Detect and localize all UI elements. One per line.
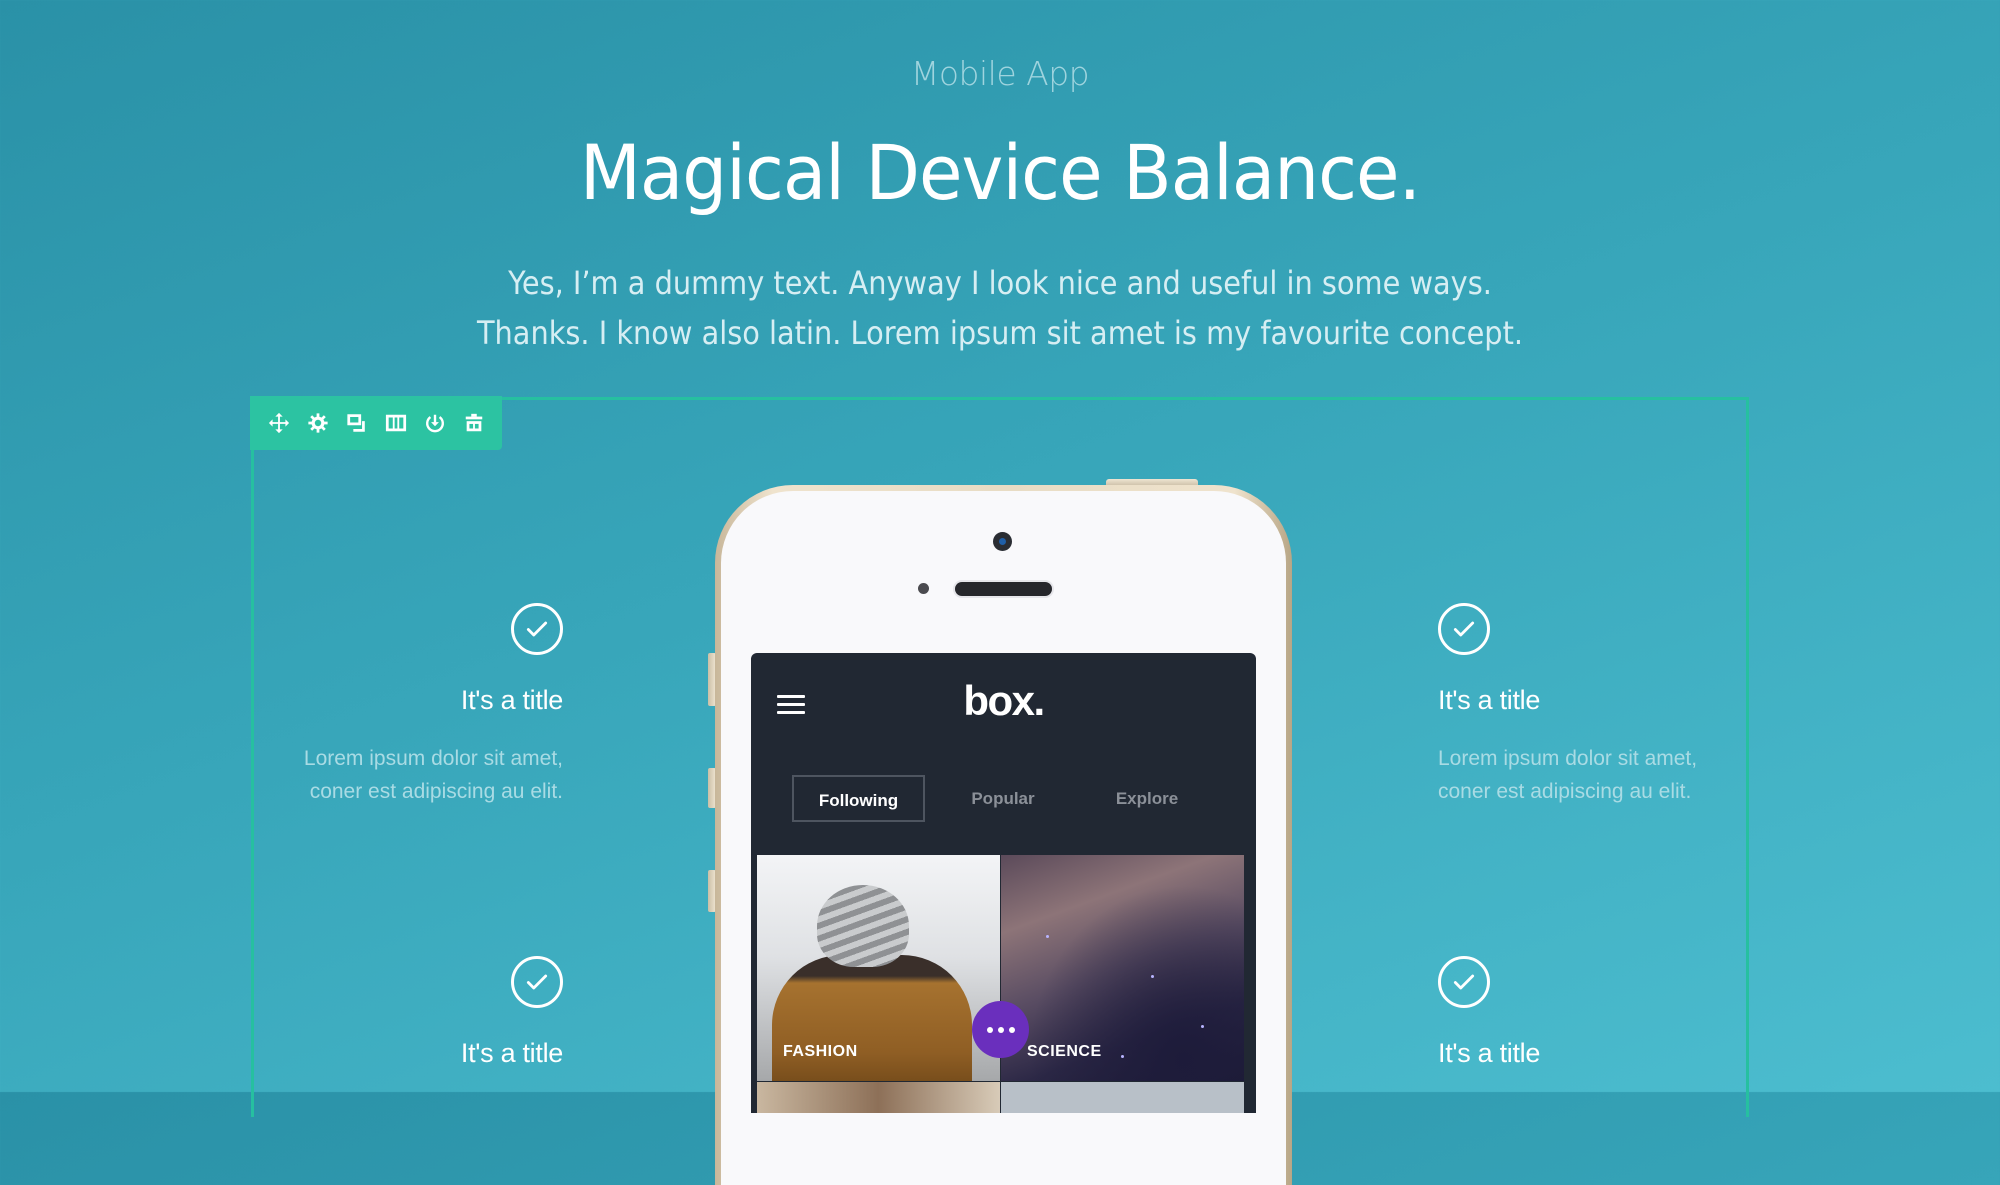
feature-description-line: coner est adipiscing au elit. (309, 780, 563, 803)
lead-line: Yes, I’m a dummy text. Anyway I look nic… (508, 264, 1492, 302)
save-icon (425, 414, 444, 433)
category-tile-fashion[interactable]: FASHION (757, 855, 1000, 1081)
settings-button[interactable] (305, 411, 330, 436)
block-toolbar (250, 396, 502, 450)
duplicate-button[interactable] (344, 411, 369, 436)
app-logo: box. (963, 677, 1045, 724)
delete-button[interactable] (461, 411, 486, 436)
lead-line: Thanks. I know also latin. Lorem ipsum s… (476, 314, 1524, 352)
section-eyebrow: Mobile App (910, 54, 1090, 93)
feature-description-line: Lorem ipsum dolor sit amet, (303, 747, 563, 770)
feature-title: It's a title (1438, 685, 1541, 715)
page-title: Magical Device Balance. (579, 128, 1421, 217)
more-horizontal-icon (986, 1026, 993, 1033)
feature-title: It's a title (1438, 1038, 1541, 1068)
category-tile[interactable] (1001, 1082, 1244, 1113)
more-button[interactable] (972, 1001, 1029, 1058)
feature-item: It's a title (1438, 956, 1718, 1069)
category-tile-science[interactable]: SCIENCE (1001, 855, 1244, 1081)
move-button[interactable] (266, 411, 291, 436)
tile-label: FASHION (783, 1043, 858, 1060)
save-button[interactable] (422, 411, 447, 436)
feature-description: Lorem ipsum dolor sit amet, coner est ad… (283, 742, 563, 808)
lead-paragraph: Yes, I’m a dummy text. Anyway I look nic… (100, 258, 1900, 358)
check-circle-icon (511, 956, 563, 1008)
feature-item: It's a title Lorem ipsum dolor sit amet,… (283, 603, 563, 808)
feature-description: Lorem ipsum dolor sit amet, coner est ad… (1438, 742, 1718, 808)
feature-item: It's a title (283, 956, 563, 1069)
tile-photo (772, 955, 972, 1081)
tab-following[interactable]: Following (792, 775, 925, 822)
columns-icon (385, 414, 406, 432)
tile-photo (817, 885, 909, 967)
duplicate-icon (346, 414, 365, 432)
columns-button[interactable] (383, 411, 408, 436)
move-icon (268, 412, 289, 434)
check-circle-icon (1438, 956, 1490, 1008)
check-circle-icon (511, 603, 563, 655)
check-circle-icon (1438, 603, 1490, 655)
phone-camera (993, 532, 1012, 551)
tab-explore[interactable]: Explore (1091, 775, 1203, 822)
category-tile[interactable] (757, 1082, 1000, 1113)
feature-title: It's a title (460, 685, 563, 715)
feature-description-line: coner est adipiscing au elit. (1438, 780, 1692, 803)
feature-description-line: Lorem ipsum dolor sit amet, (1438, 747, 1698, 770)
phone-sensor (918, 583, 929, 594)
trash-icon (465, 413, 482, 432)
feature-title: It's a title (460, 1038, 563, 1068)
feature-item: It's a title Lorem ipsum dolor sit amet,… (1438, 603, 1718, 808)
tile-label: SCIENCE (1027, 1043, 1102, 1060)
tab-popular[interactable]: Popular (947, 775, 1059, 822)
gear-icon (307, 413, 328, 433)
phone-speaker (955, 582, 1052, 596)
